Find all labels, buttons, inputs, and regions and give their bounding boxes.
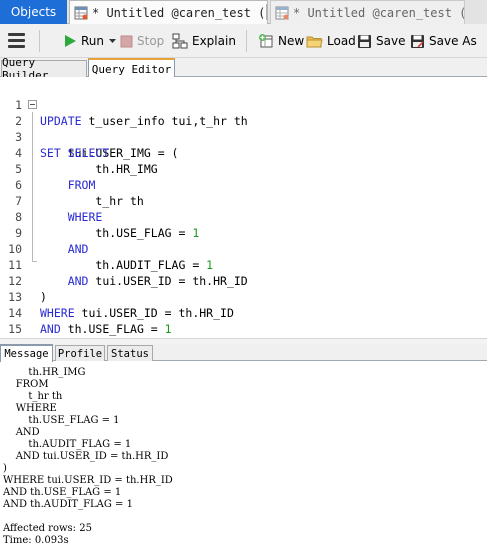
tab-profile-label: Profile [57, 347, 103, 360]
code-text: AND th.USE_FLAG = 1 [40, 322, 172, 336]
code-line: 14 AND th.USE_FLAG = 1 [0, 289, 487, 336]
line-number: 15 [8, 322, 22, 336]
save-as-button[interactable]: Save As [410, 31, 477, 51]
query-toolbar: Run Stop Explain New Load Save Save As [0, 24, 487, 58]
query-table-icon [74, 6, 88, 19]
code-line: 9 AND [0, 209, 487, 256]
message-line: th.HR_IMG [3, 367, 86, 378]
query-tab-inactive-label: * Untitled @caren_test (C... [293, 5, 464, 20]
code-line: 13 WHERE tui.USER_ID = th.HR_ID [0, 273, 487, 320]
message-line: th.AUDIT_FLAG = 1 [3, 439, 132, 450]
run-label: Run [81, 34, 105, 48]
code-line: 6 t_hr th [0, 161, 487, 208]
run-button[interactable]: Run [63, 31, 120, 51]
load-button[interactable]: Load [306, 31, 356, 51]
toolbar-separator [246, 30, 247, 52]
execution-time-line: Time: 0.093s [3, 535, 69, 546]
tab-status[interactable]: Status [107, 345, 153, 361]
message-line: AND th.USE_FLAG = 1 [3, 487, 122, 498]
code-line: 8 th.USE_FLAG = 1 [0, 193, 487, 240]
new-label: New [278, 34, 305, 48]
message-line: ) [3, 463, 7, 474]
load-label: Load [327, 34, 356, 48]
toolbar-separator [39, 30, 40, 52]
save-as-label: Save As [429, 34, 477, 48]
message-line: WHERE [3, 403, 57, 414]
query-tab-active[interactable]: * Untitled @caren_test (C... [69, 0, 268, 24]
floppy-disk-edit-icon [411, 34, 424, 48]
editor-mode-tabs: Query Builder Query Editor [0, 56, 487, 82]
code-line: 5 FROM [0, 145, 487, 192]
tab-status-label: Status [111, 347, 149, 360]
message-line: AND tui.USER_ID = th.HR_ID [3, 451, 169, 462]
result-tabs: Message Profile Status [0, 344, 487, 362]
fold-collapse-icon[interactable] [28, 100, 37, 109]
objects-tab[interactable]: Objects [0, 0, 67, 24]
code-line: 4 th.HR_IMG [0, 129, 487, 176]
tab-message[interactable]: Message [0, 344, 53, 362]
code-line: 2 SET tui.USER_IMG = ( [0, 97, 487, 160]
sql-editor[interactable]: 1 UPDATE t_user_info tui,t_hr th 2 SET t… [0, 77, 487, 352]
code-line: 12 ) [0, 257, 487, 304]
query-tab-inactive[interactable]: * Untitled @caren_test (C... [270, 0, 465, 24]
tab-query-builder[interactable]: Query Builder [1, 56, 87, 82]
tab-separator [266, 4, 267, 20]
code-line: 15 AND th.AUDIT_FLAG = 1 [0, 305, 487, 352]
message-line: WHERE tui.USER_ID = th.HR_ID [3, 475, 173, 486]
chevron-down-icon [109, 38, 117, 43]
code-line: 11 AND tui.USER_ID = th.HR_ID [0, 241, 487, 288]
tab-profile[interactable]: Profile [55, 345, 105, 361]
message-line: AND th.AUDIT_FLAG = 1 [3, 499, 133, 510]
code-line: 10 th.AUDIT_FLAG = 1 [0, 225, 487, 272]
folder-icon [306, 36, 323, 48]
message-line: th.USE_FLAG = 1 [3, 415, 120, 426]
tabs-overflow [465, 0, 487, 24]
tab-query-editor-label: Query Editor [91, 62, 172, 76]
document-tab-bar: Objects * Untitled @caren_test (C... * U… [0, 0, 487, 24]
objects-tab-label: Objects [10, 5, 57, 19]
query-table-icon [275, 6, 289, 19]
message-line: t_hr th [3, 391, 63, 402]
tab-message-label: Message [4, 348, 49, 360]
explain-icon [172, 33, 188, 49]
tab-query-editor[interactable]: Query Editor [88, 58, 175, 78]
affected-rows-line: Affected rows: 25 [3, 523, 92, 534]
message-line: FROM [3, 379, 49, 390]
message-output[interactable]: th.HR_IMG FROM t_hr th WHERE th.USE_FLAG… [0, 362, 487, 559]
hamburger-menu-button[interactable] [8, 33, 25, 49]
code-line: 3 SELECT [0, 113, 487, 160]
save-label: Save [376, 34, 406, 48]
floppy-disk-icon [358, 34, 371, 48]
explain-button[interactable]: Explain [172, 31, 236, 51]
sql-keyword: AND [40, 322, 61, 336]
stop-button[interactable]: Stop [120, 31, 164, 51]
stop-icon [120, 35, 133, 47]
message-line: AND [3, 427, 40, 438]
query-tab-active-label: * Untitled @caren_test (C... [92, 5, 267, 20]
hamburger-icon [8, 33, 25, 36]
sql-number: 1 [164, 322, 172, 336]
explain-label: Explain [192, 34, 236, 48]
code-line: 1 UPDATE t_user_info tui,t_hr th [0, 81, 487, 128]
play-icon [65, 35, 76, 47]
new-query-icon [259, 34, 273, 48]
code-line: 7 WHERE [0, 177, 487, 224]
new-query-button[interactable]: New [258, 31, 304, 51]
stop-label: Stop [137, 34, 165, 48]
save-button[interactable]: Save [357, 31, 405, 51]
